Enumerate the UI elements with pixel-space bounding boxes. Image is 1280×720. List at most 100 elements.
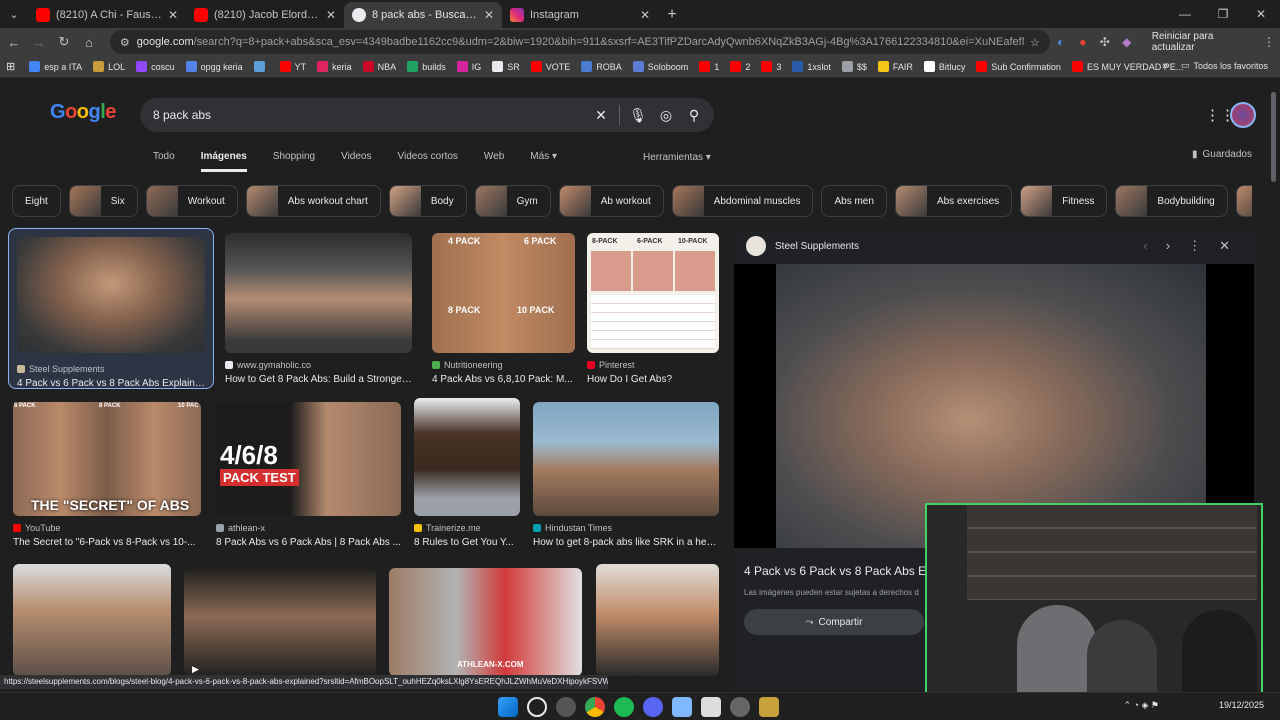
home-icon[interactable]: ⌂ — [78, 30, 100, 54]
bookmark-item[interactable]: ROBA — [581, 61, 622, 72]
bookmark-item[interactable]: $$ — [841, 61, 867, 72]
tray-icons[interactable]: ⌃ ◔ ◈ ⚑ — [1123, 700, 1158, 711]
address-bar[interactable]: ⚙ google.com/search?q=8+pack+abs&sca_esv… — [109, 30, 1050, 54]
tab-youtube-1[interactable]: (8210) A Chi - Fausto Leali - You ✕ — [28, 2, 186, 28]
bookmark-item[interactable]: coscu — [136, 61, 175, 72]
result-title[interactable]: How to get 8-pack abs like SRK in a hea.… — [533, 537, 719, 548]
microphone-icon[interactable]: 🎙 — [624, 98, 652, 132]
result-title[interactable]: 4 Pack vs 6 Pack vs 8 Pack Abs Explaine.… — [17, 378, 205, 389]
extensions-puzzle-icon[interactable]: ✣ — [1094, 30, 1116, 54]
scrollbar-thumb[interactable] — [1271, 92, 1276, 182]
bookmark-item[interactable]: 2 — [730, 61, 750, 72]
all-bookmarks-folder[interactable]: ▭ Todos los favoritos — [1181, 60, 1268, 71]
bookmark-item[interactable]: keria — [317, 61, 352, 72]
tab-todo[interactable]: Todo — [153, 151, 175, 172]
avatar[interactable] — [1230, 102, 1256, 128]
restore-icon[interactable]: ❐ — [1204, 0, 1242, 28]
bookmark-item[interactable]: 1 — [699, 61, 719, 72]
forward-icon[interactable]: → — [28, 30, 50, 54]
image-result[interactable]: Hindustan Times How to get 8-pack abs li… — [533, 402, 719, 548]
result-title[interactable]: The Secret to "6-Pack vs 8-Pack vs 10-..… — [13, 537, 201, 548]
clock-date[interactable]: 19/12/2025 — [1219, 700, 1264, 711]
tab-instagram[interactable]: Instagram ✕ — [502, 2, 658, 28]
bookmark-item[interactable]: 3 — [761, 61, 781, 72]
restart-update-button[interactable]: Reiniciar para actualizar — [1144, 31, 1258, 53]
discord-icon[interactable] — [643, 697, 663, 717]
chip-gym[interactable]: Gym — [474, 185, 551, 217]
close-icon[interactable]: ✕ — [1219, 238, 1230, 254]
tab-youtube-2[interactable]: (8210) Jacob Elordi es ovacionad ✕ — [186, 2, 344, 28]
bookmark-item[interactable]: Soloboom — [632, 61, 688, 72]
scrollbar[interactable] — [1271, 84, 1276, 684]
app-icon[interactable] — [556, 697, 576, 717]
notepad-icon[interactable] — [672, 697, 692, 717]
menu-kebab-icon[interactable]: ⋮ — [1258, 30, 1280, 54]
google-logo[interactable]: Google — [50, 101, 116, 124]
bookmark-item[interactable]: SR — [492, 61, 520, 72]
chip-fitness[interactable]: Fitness — [1020, 185, 1108, 217]
chip-body[interactable]: Body — [388, 185, 467, 217]
profile-icon[interactable]: ◆ — [1116, 30, 1138, 54]
app-icon[interactable] — [701, 697, 721, 717]
bookmark-item[interactable]: NBA — [362, 61, 396, 72]
spotify-icon[interactable] — [614, 697, 634, 717]
preview-title[interactable]: 4 Pack vs 6 Pack vs 8 Pack Abs Ex — [744, 564, 932, 578]
chip-bodybuilding[interactable]: Bodybuilding — [1115, 185, 1228, 217]
close-tab-icon[interactable]: ✕ — [484, 8, 494, 22]
previous-icon[interactable]: ‹ — [1143, 238, 1147, 254]
more-bookmarks-icon[interactable]: » — [1162, 60, 1168, 72]
close-window-icon[interactable]: ✕ — [1242, 0, 1280, 28]
apps-grid-icon[interactable]: ⊞ — [6, 60, 15, 73]
close-tab-icon[interactable]: ✕ — [168, 8, 178, 22]
image-result[interactable]: 6 PACK 8 PACK 10 PAC THE "SECRET" OF ABS… — [13, 402, 201, 548]
result-title[interactable]: 8 Rules to Get You Y... — [414, 537, 520, 548]
more-options-icon[interactable]: ⋮ — [1188, 238, 1201, 254]
new-tab-button[interactable]: + — [658, 2, 686, 28]
bookmark-item[interactable]: Bitlucy — [923, 61, 965, 72]
search-icon[interactable]: ⚲ — [680, 98, 708, 132]
image-result[interactable]: Trainerize.me 8 Rules to Get You Y... — [414, 398, 520, 548]
tab-imagenes[interactable]: Imágenes — [200, 151, 247, 172]
lens-icon[interactable]: ◎ — [652, 98, 680, 132]
extension-icon[interactable]: ◐ — [1050, 30, 1072, 54]
minimize-icon[interactable]: — — [1166, 0, 1204, 28]
image-result[interactable]: 4 PACK 6 PACK 8 PACK 10 PACK Nutritionee… — [432, 233, 575, 385]
tab-shopping[interactable]: Shopping — [273, 151, 315, 172]
bookmark-item[interactable]: esp a ITA — [29, 61, 82, 72]
image-result[interactable] — [596, 564, 719, 676]
bookmark-item[interactable]: VOTE — [530, 61, 570, 72]
tab-videos[interactable]: Videos — [341, 151, 371, 172]
close-tab-icon[interactable]: ✕ — [326, 8, 336, 22]
windows-start-icon[interactable] — [498, 697, 518, 717]
close-tab-icon[interactable]: ✕ — [640, 8, 650, 22]
preview-source[interactable]: Steel Supplements — [775, 241, 859, 252]
chip-abs-exercises[interactable]: Abs exercises — [894, 185, 1013, 217]
bookmark-item[interactable]: LOL — [93, 61, 125, 72]
image-result[interactable]: 8-PACK 6-PACK 10-PACK Pinterest How Do I… — [587, 233, 719, 385]
chip-abdominal-muscles[interactable]: Abdominal muscles — [671, 185, 814, 217]
share-button[interactable]: ⤳ Compartir — [744, 609, 924, 635]
clear-icon[interactable]: ✕ — [587, 98, 615, 132]
back-icon[interactable]: ← — [3, 30, 25, 54]
bookmark-item[interactable]: Sub Confirmation — [976, 61, 1061, 72]
image-result[interactable]: www.gymaholic.co How to Get 8 Pack Abs: … — [225, 233, 412, 385]
result-title[interactable]: 4 Pack Abs vs 6,8,10 Pack: M... — [432, 374, 575, 385]
bookmark-item[interactable]: FAIR — [877, 61, 913, 72]
search-icon[interactable] — [527, 697, 547, 717]
next-icon[interactable]: › — [1166, 238, 1170, 254]
chip-workout[interactable]: Workout — [145, 185, 238, 217]
tab-search-icon[interactable]: ⌄ — [0, 0, 28, 28]
chip-eight[interactable]: Eight — [12, 185, 61, 217]
chrome-icon[interactable] — [585, 697, 605, 717]
bookmark-item[interactable]: builds — [407, 61, 446, 72]
saved-button[interactable]: ▮ Guardados — [1192, 149, 1252, 160]
image-result[interactable]: ATHLEAN-X.COM — [389, 568, 582, 676]
tab-videos-cortos[interactable]: Videos cortos — [398, 151, 458, 172]
bookmark-item[interactable]: 1xslot — [792, 61, 831, 72]
chip-abs-genetic[interactable]: Abs genetic — [1235, 185, 1252, 217]
chip-six[interactable]: Six — [68, 185, 138, 217]
image-result[interactable]: Steel Supplements 4 Pack vs 6 Pack vs 8 … — [8, 228, 214, 389]
image-result[interactable]: ▶ — [184, 568, 376, 676]
chip-ab-workout[interactable]: Ab workout — [558, 185, 664, 217]
result-title[interactable]: How to Get 8 Pack Abs: Build a Stronger,… — [225, 374, 412, 385]
